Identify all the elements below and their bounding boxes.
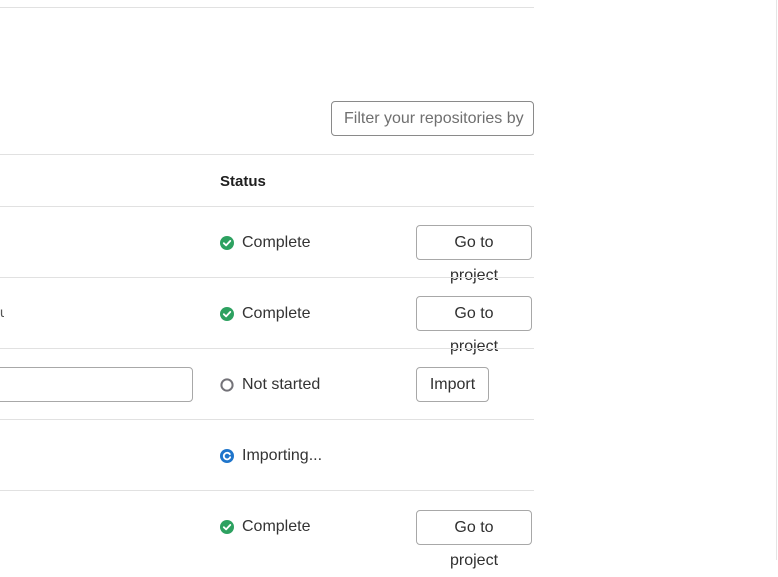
go-to-project-button[interactable]: Go to project (416, 296, 532, 355)
row-divider (0, 348, 534, 349)
status-label: Complete (242, 518, 311, 535)
row-divider (0, 419, 534, 420)
status-label: Complete (242, 234, 311, 251)
target-path-input[interactable] (0, 367, 193, 402)
import-button[interactable]: Import (416, 367, 489, 402)
row-divider (0, 490, 534, 491)
loading-icon (220, 449, 234, 463)
status-cell-row-4: Importing... (220, 446, 322, 466)
divider-table-top (0, 154, 534, 155)
check-circle-icon (220, 307, 234, 321)
status-cell-row-2: Complete (220, 304, 310, 324)
status-label: Importing... (242, 447, 323, 464)
divider-top (0, 7, 534, 8)
go-to-project-button[interactable]: Go to project (416, 510, 532, 569)
status-label: Complete (242, 305, 311, 322)
divider-header (0, 206, 534, 207)
status-cell-row-1: Complete (220, 233, 310, 253)
status-cell-row-5: Complete (220, 517, 310, 537)
check-circle-icon (220, 236, 234, 250)
check-circle-icon (220, 520, 234, 534)
go-to-project-button[interactable]: Go to project (416, 225, 532, 284)
status-cell-row-3: Not started (220, 375, 320, 395)
status-label: Not started (242, 376, 321, 393)
truncated-repo-text: u (0, 304, 4, 320)
panel-right-border (776, 0, 777, 560)
row-divider (0, 277, 534, 278)
filter-repositories-input[interactable] (331, 101, 534, 136)
empty-circle-icon (220, 378, 234, 392)
status-column-header: Status (220, 173, 266, 190)
